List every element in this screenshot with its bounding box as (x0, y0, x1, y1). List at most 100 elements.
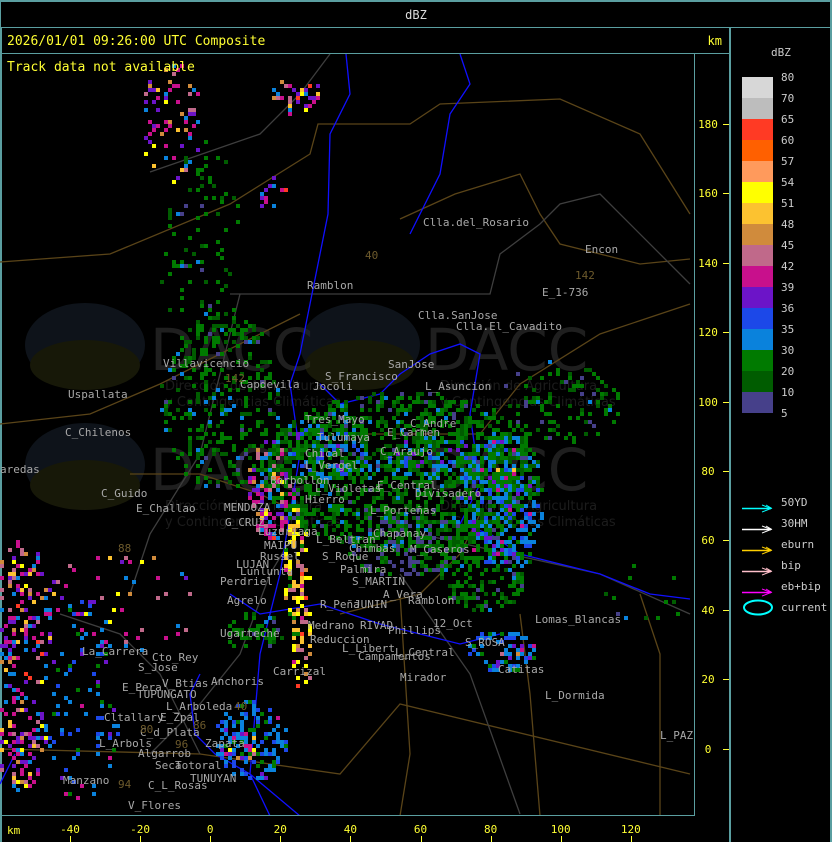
radar-cell (196, 428, 200, 432)
radar-cell (432, 464, 436, 468)
radar-cell (520, 428, 524, 432)
place-label: Mirador (400, 671, 447, 684)
radar-cell (344, 408, 348, 412)
radar-cell (292, 516, 296, 520)
radar-cell (168, 212, 172, 216)
radar-cell (360, 528, 364, 532)
radar-cell (228, 396, 232, 400)
radar-cell (56, 668, 60, 672)
radar-cell (92, 632, 96, 636)
radar-cell (476, 512, 480, 516)
radar-cell (532, 388, 536, 392)
radar-cell (232, 724, 236, 728)
radar-cell (220, 324, 224, 328)
radar-cell (292, 584, 296, 588)
radar-cell (264, 620, 268, 624)
radar-cell (464, 468, 468, 472)
radar-cell (216, 424, 220, 428)
map-canvas[interactable]: DACCDirección de Agriculturay Contingenc… (0, 54, 695, 816)
radar-cell (444, 440, 448, 444)
radar-cell (460, 528, 464, 532)
radar-cell (480, 516, 484, 520)
radar-cell (164, 636, 168, 640)
radar-cell (616, 412, 620, 416)
radar-cell (228, 272, 232, 276)
radar-cell (304, 608, 308, 612)
radar-cell (168, 80, 172, 84)
radar-cell (520, 556, 524, 560)
radar-cell (140, 628, 144, 632)
radar-cell (168, 88, 172, 92)
radar-cell (376, 404, 380, 408)
radar-cell (288, 112, 292, 116)
radar-map[interactable]: Track data not available DACC Dirección d… (0, 54, 695, 816)
radar-cell (348, 472, 352, 476)
radar-cell (500, 596, 504, 600)
radar-cell (88, 688, 92, 692)
radar-cell (200, 304, 204, 308)
radar-cell (496, 452, 500, 456)
radar-cell (300, 92, 304, 96)
radar-cell (224, 436, 228, 440)
radar-cell (440, 568, 444, 572)
radar-cell (300, 540, 304, 544)
radar-cell (244, 612, 248, 616)
radar-cell (248, 456, 252, 460)
radar-cell (304, 548, 308, 552)
radar-cell (440, 468, 444, 472)
radar-cell (464, 480, 468, 484)
radar-cell (480, 572, 484, 576)
radar-cell (184, 156, 188, 160)
radar-cell (184, 412, 188, 416)
legend-swatch (742, 77, 773, 98)
radar-cell (444, 528, 448, 532)
radar-cell (296, 600, 300, 604)
radar-cell (504, 492, 508, 496)
radar-cell (224, 764, 228, 768)
radar-cell (456, 584, 460, 588)
radar-cell (404, 460, 408, 464)
radar-cell (256, 340, 260, 344)
radar-cell (80, 704, 84, 708)
radar-cell (176, 352, 180, 356)
radar-cell (508, 488, 512, 492)
radar-cell (472, 560, 476, 564)
radar-cell (192, 88, 196, 92)
legend-level-label: 57 (781, 155, 795, 168)
radar-cell (568, 432, 572, 436)
radar-cell (472, 596, 476, 600)
radar-cell (436, 508, 440, 512)
radar-cell (540, 404, 544, 408)
radar-cell (60, 728, 64, 732)
radar-cell (256, 336, 260, 340)
radar-cell (476, 588, 480, 592)
radar-cell (260, 772, 264, 776)
radar-cell (456, 432, 460, 436)
radar-cell (88, 600, 92, 604)
radar-cell (268, 448, 272, 452)
radar-cell (252, 740, 256, 744)
radar-cell (608, 408, 612, 412)
radar-cell (508, 504, 512, 508)
radar-cell (476, 652, 480, 656)
radar-cell (208, 468, 212, 472)
radar-cell (12, 712, 16, 716)
radar-cell (568, 376, 572, 380)
radar-cell (396, 468, 400, 472)
radar-cell (296, 92, 300, 96)
radar-cell (504, 500, 508, 504)
radar-cell (196, 464, 200, 468)
radar-cell (300, 588, 304, 592)
radar-cell (244, 716, 248, 720)
radar-cell (20, 552, 24, 556)
radar-cell (236, 324, 240, 328)
legend-level-label: 5 (781, 407, 788, 420)
y-tick-mark (723, 401, 729, 403)
radar-cell (496, 456, 500, 460)
radar-cell (456, 536, 460, 540)
radar-cell (268, 468, 272, 472)
radar-cell (348, 524, 352, 528)
radar-cell (272, 516, 276, 520)
track-arrow-icon (742, 540, 774, 555)
radar-cell (504, 560, 508, 564)
